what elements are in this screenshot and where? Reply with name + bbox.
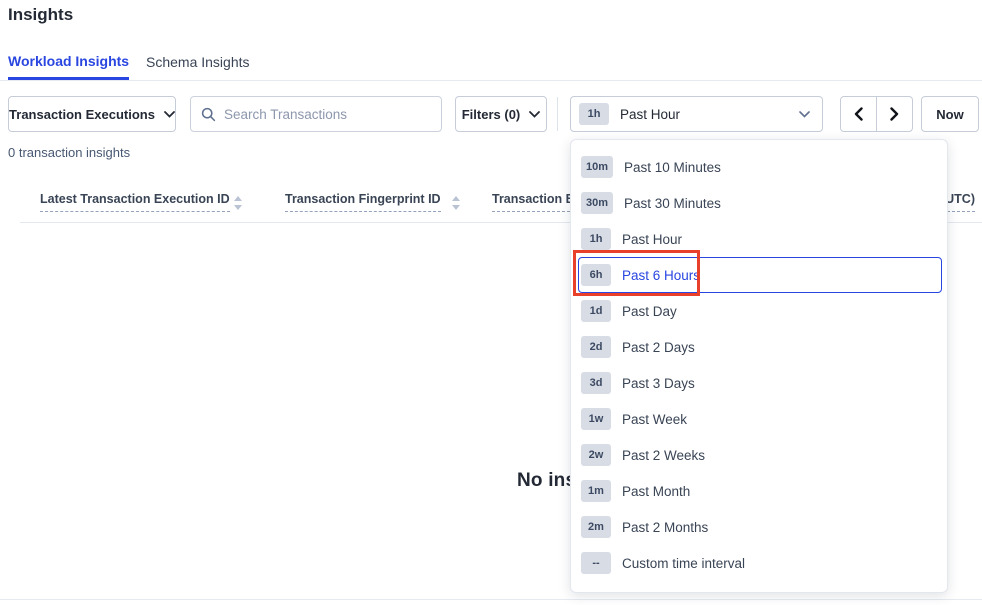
chevron-down-icon xyxy=(529,111,540,118)
menu-item-past-week[interactable]: 1w Past Week xyxy=(578,401,942,437)
time-interval-label: Past Hour xyxy=(620,107,680,122)
chevron-down-icon xyxy=(799,111,810,118)
interval-badge: 10m xyxy=(581,156,613,178)
tab-schema-label: Schema Insights xyxy=(146,54,250,70)
column-header-transaction-fingerprint-id[interactable]: Transaction Fingerprint ID xyxy=(285,192,441,212)
menu-item-past-month[interactable]: 1m Past Month xyxy=(578,473,942,509)
interval-badge: 1w xyxy=(581,408,611,430)
chevron-down-icon xyxy=(164,111,175,118)
now-label: Now xyxy=(936,107,963,122)
now-button[interactable]: Now xyxy=(921,96,979,132)
interval-badge: 1h xyxy=(581,228,611,250)
interval-label: Past 6 Hours xyxy=(622,268,700,283)
tab-workload-insights[interactable]: Workload Insights xyxy=(8,44,129,80)
menu-item-past-3-days[interactable]: 3d Past 3 Days xyxy=(578,365,942,401)
interval-badge: 6h xyxy=(581,264,611,286)
tab-workload-label: Workload Insights xyxy=(8,53,129,69)
chevron-right-icon xyxy=(890,107,899,121)
interval-label: Past 2 Months xyxy=(622,520,708,535)
time-interval-badge: 1h xyxy=(579,103,609,125)
menu-item-past-hour[interactable]: 1h Past Hour xyxy=(578,221,942,257)
chevron-left-icon xyxy=(854,107,863,121)
menu-item-past-30-minutes[interactable]: 30m Past 30 Minutes xyxy=(578,185,942,221)
interval-badge: 2m xyxy=(581,516,611,538)
interval-label: Past 30 Minutes xyxy=(624,196,721,211)
sort-icon[interactable] xyxy=(452,196,460,210)
interval-badge: 30m xyxy=(581,192,613,214)
search-placeholder: Search Transactions xyxy=(224,107,347,122)
interval-label: Past Week xyxy=(622,412,687,427)
interval-badge: 1m xyxy=(581,480,611,502)
interval-badge: 3d xyxy=(581,372,611,394)
interval-badge: 2w xyxy=(581,444,611,466)
previous-interval-button[interactable] xyxy=(841,97,877,131)
page-bottom-divider xyxy=(0,599,982,600)
menu-item-past-2-days[interactable]: 2d Past 2 Days xyxy=(578,329,942,365)
interval-badge: 1d xyxy=(581,300,611,322)
interval-badge: 2d xyxy=(581,336,611,358)
interval-label: Past 10 Minutes xyxy=(624,160,721,175)
time-step-buttons xyxy=(840,96,913,132)
tab-bar: Workload Insights Schema Insights xyxy=(0,44,982,81)
page-title: Insights xyxy=(8,5,73,25)
interval-label: Past Hour xyxy=(622,232,682,247)
menu-item-past-6-hours[interactable]: 6h Past 6 Hours xyxy=(578,257,942,293)
interval-label: Past Day xyxy=(622,304,677,319)
next-interval-button[interactable] xyxy=(877,97,913,131)
insights-count: 0 transaction insights xyxy=(8,145,130,160)
menu-item-past-2-weeks[interactable]: 2w Past 2 Weeks xyxy=(578,437,942,473)
search-input[interactable]: Search Transactions xyxy=(190,96,442,132)
interval-label: Custom time interval xyxy=(622,556,745,571)
sort-icon[interactable] xyxy=(234,196,242,210)
filters-label: Filters (0) xyxy=(462,107,521,122)
interval-label: Past Month xyxy=(622,484,690,499)
menu-item-past-10-minutes[interactable]: 10m Past 10 Minutes xyxy=(578,149,942,185)
menu-item-past-2-months[interactable]: 2m Past 2 Months xyxy=(578,509,942,545)
tab-schema-insights[interactable]: Schema Insights xyxy=(146,44,250,80)
time-interval-dropdown[interactable]: 1h Past Hour xyxy=(570,96,823,132)
view-select-dropdown[interactable]: Transaction Executions xyxy=(8,96,176,132)
interval-label: Past 2 Days xyxy=(622,340,695,355)
menu-item-custom-time-interval[interactable]: -- Custom time interval xyxy=(578,545,942,581)
column-header-latest-transaction-execution-id[interactable]: Latest Transaction Execution ID xyxy=(40,192,230,212)
menu-item-past-day[interactable]: 1d Past Day xyxy=(578,293,942,329)
toolbar-divider xyxy=(557,97,558,131)
filters-button[interactable]: Filters (0) xyxy=(455,96,547,132)
search-icon xyxy=(201,107,216,122)
interval-badge: -- xyxy=(581,552,611,574)
interval-label: Past 3 Days xyxy=(622,376,695,391)
time-interval-menu: 10m Past 10 Minutes 30m Past 30 Minutes … xyxy=(570,139,948,593)
view-select-label: Transaction Executions xyxy=(9,107,155,122)
interval-label: Past 2 Weeks xyxy=(622,448,705,463)
